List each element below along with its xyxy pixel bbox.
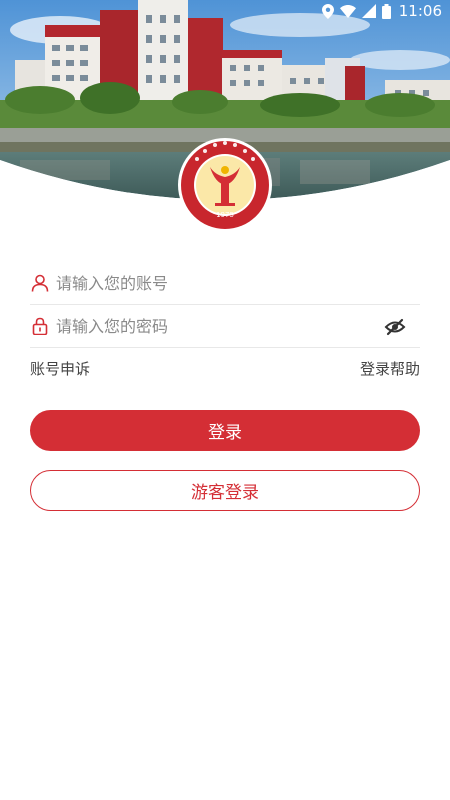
guest-login-button[interactable]: 游客登录: [30, 470, 420, 511]
status-time: 11:06: [398, 2, 442, 20]
emblem-year: 1975: [216, 211, 234, 219]
login-form: [30, 262, 420, 348]
location-icon: [321, 3, 334, 19]
hide-password-icon[interactable]: [384, 316, 406, 338]
password-field: [30, 305, 420, 348]
login-button[interactable]: 登录: [30, 410, 420, 451]
school-emblem-logo: 1975: [177, 137, 273, 233]
user-icon: [30, 273, 50, 293]
wifi-icon: [339, 4, 356, 18]
password-input[interactable]: [56, 306, 420, 346]
helper-links: 账号申诉 登录帮助: [30, 358, 420, 382]
account-field: [30, 262, 420, 305]
signal-icon: [361, 4, 376, 18]
lock-icon: [30, 316, 50, 336]
login-help-link[interactable]: 登录帮助: [360, 358, 420, 379]
account-input[interactable]: [56, 263, 420, 303]
status-bar: 11:06: [0, 0, 450, 24]
account-appeal-link[interactable]: 账号申诉: [30, 358, 90, 379]
battery-icon: [381, 3, 391, 19]
